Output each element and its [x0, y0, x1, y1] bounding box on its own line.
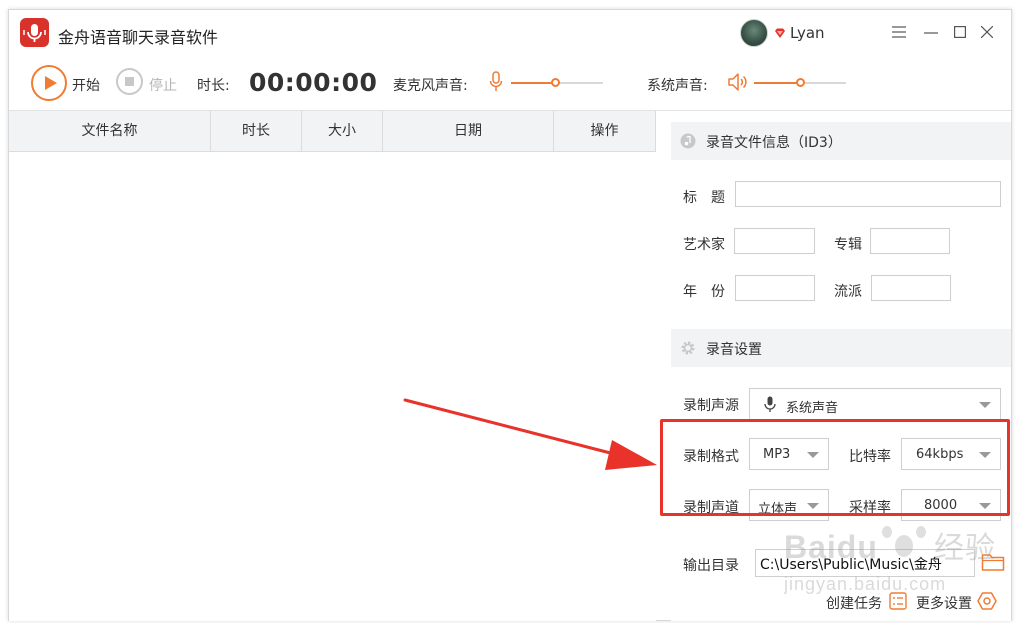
genre-field-label: 流派	[834, 284, 862, 300]
svg-text:经验: 经验	[934, 531, 996, 566]
output-dir-label: 输出目录	[683, 558, 739, 574]
title-field-label: 标 题	[683, 190, 725, 206]
source-select[interactable]: 系统声音	[749, 388, 1001, 420]
record-settings-header: 录音设置	[671, 329, 1011, 367]
column-actions: 操作	[590, 123, 619, 139]
minimize-icon[interactable]	[921, 22, 941, 42]
gear-icon	[681, 341, 695, 355]
duration-label: 时长:	[197, 78, 230, 94]
svg-text:Baidu: Baidu	[784, 529, 878, 565]
app-logo-icon	[20, 18, 49, 47]
baidu-watermark-logo: Baidu 经验 jingyan.baidu.com	[783, 526, 996, 594]
stop-record-button[interactable]	[116, 68, 143, 95]
id3-section-title: 录音文件信息（ID3）	[706, 135, 842, 151]
close-icon[interactable]	[977, 22, 997, 42]
speaker-icon	[728, 73, 747, 91]
system-volume-knob[interactable]	[796, 78, 805, 87]
annotation-highlight-box	[660, 419, 1010, 516]
year-field[interactable]	[735, 275, 815, 301]
record-settings-title: 录音设置	[706, 342, 762, 358]
start-label[interactable]: 开始	[72, 75, 100, 95]
genre-field[interactable]	[871, 275, 951, 301]
mic-volume-label: 麦克风声音:	[393, 78, 468, 94]
duration-value: 00:00:00	[249, 68, 378, 97]
artist-field[interactable]	[734, 228, 815, 254]
column-date[interactable]: 日期	[383, 111, 554, 151]
avatar[interactable]	[740, 19, 768, 47]
start-record-button[interactable]	[31, 65, 67, 101]
toolbar: 开始 停止 时长: 00:00:00 麦克风声音: 系统声音:	[9, 62, 1011, 106]
system-volume-slider[interactable]	[754, 78, 846, 87]
year-field-label: 年 份	[683, 284, 725, 300]
title-field[interactable]	[735, 181, 1001, 207]
maximize-icon[interactable]	[950, 22, 970, 42]
file-table-header: 文件名称 时长 大小 日期 操作	[9, 111, 656, 152]
album-field[interactable]	[870, 228, 950, 254]
file-list[interactable]	[9, 152, 656, 621]
microphone-icon	[764, 396, 776, 412]
microphone-icon	[489, 71, 503, 91]
app-title: 金舟语音聊天录音软件	[58, 28, 219, 47]
menu-icon[interactable]	[889, 22, 909, 42]
watermark-logo: Baidu 经验 jingyan.baidu.com	[783, 518, 1014, 607]
column-size[interactable]: 大小	[302, 111, 383, 151]
system-volume-fill	[754, 82, 800, 84]
stop-label[interactable]: 停止	[149, 75, 177, 95]
column-file-name[interactable]: 文件名称	[9, 111, 211, 151]
title-bar: 金舟语音聊天录音软件 Lyan	[9, 10, 1011, 56]
source-label: 录制声源	[683, 398, 739, 414]
user-name[interactable]: Lyan	[790, 24, 825, 42]
vip-diamond-icon	[775, 28, 785, 38]
user-account[interactable]: Lyan	[740, 19, 825, 47]
mic-volume-fill	[511, 82, 556, 84]
column-duration[interactable]: 时长	[211, 111, 302, 151]
chevron-down-icon	[979, 402, 991, 408]
album-field-label: 专辑	[834, 237, 862, 253]
artist-field-label: 艺术家	[683, 237, 725, 253]
source-value: 系统声音	[786, 401, 839, 416]
system-volume-label: 系统声音:	[647, 78, 708, 94]
mic-volume-knob[interactable]	[551, 78, 561, 87]
svg-text:jingyan.baidu.com: jingyan.baidu.com	[784, 574, 946, 594]
music-info-icon	[680, 133, 696, 149]
id3-section-header: 录音文件信息（ID3）	[671, 122, 1011, 160]
mic-volume-slider[interactable]	[511, 78, 603, 87]
